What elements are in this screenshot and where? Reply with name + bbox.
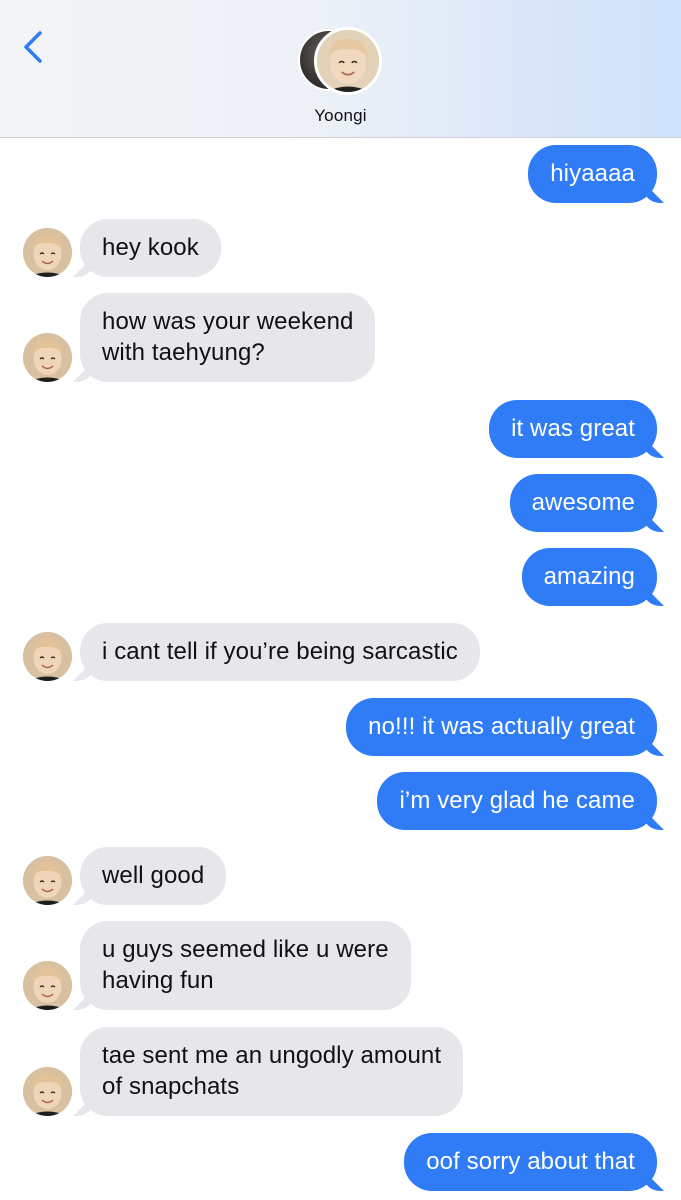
message-text: hey kook	[102, 234, 199, 261]
message-text: well good	[102, 862, 205, 889]
outgoing-message-bubble[interactable]: amazing	[521, 548, 657, 606]
outgoing-message-bubble[interactable]: hiyaaaa	[528, 145, 657, 203]
message-text: amazing	[543, 563, 635, 590]
contact-avatar	[314, 27, 382, 95]
message-text: how was your weekend	[102, 308, 354, 335]
incoming-message-bubble[interactable]: u guys seemed like u were having fun	[80, 921, 411, 1010]
message-text: no!!! it was actually great	[368, 713, 635, 740]
sender-avatar[interactable]	[23, 1067, 72, 1116]
message-text: it was great	[511, 415, 635, 442]
message-text: awesome	[531, 489, 635, 516]
message-text: hiyaaaa	[550, 160, 635, 187]
sender-avatar[interactable]	[23, 228, 72, 277]
message-text: of snapchats	[102, 1073, 240, 1100]
back-button[interactable]	[18, 28, 50, 68]
sender-avatar[interactable]	[23, 856, 72, 905]
incoming-message-bubble[interactable]: hey kook	[80, 219, 221, 277]
message-text: having fun	[102, 967, 214, 994]
contact-avatar-group[interactable]	[298, 27, 384, 95]
incoming-message-bubble[interactable]: how was your weekend with taehyung?	[80, 293, 376, 382]
sender-avatar[interactable]	[23, 961, 72, 1010]
message-text: i’m very glad he came	[399, 787, 635, 814]
outgoing-message-bubble[interactable]: no!!! it was actually great	[346, 698, 657, 756]
outgoing-message-bubble[interactable]: i’m very glad he came	[377, 772, 657, 830]
contact-name[interactable]: Yoongi	[0, 106, 681, 126]
sender-avatar[interactable]	[23, 333, 72, 382]
incoming-message-bubble[interactable]: well good	[80, 847, 227, 905]
conversation-header: Yoongi	[0, 0, 681, 138]
message-text: u guys seemed like u were	[102, 936, 389, 963]
outgoing-message-bubble[interactable]: oof sorry about that	[404, 1133, 657, 1191]
sender-avatar[interactable]	[23, 632, 72, 681]
message-text: tae sent me an ungodly amount	[102, 1042, 442, 1069]
message-text: i cant tell if you’re being sarcastic	[102, 638, 458, 665]
incoming-message-bubble[interactable]: i cant tell if you’re being sarcastic	[80, 623, 480, 681]
incoming-message-bubble[interactable]: tae sent me an ungodly amount of snapchat…	[80, 1027, 464, 1116]
chevron-left-icon	[24, 31, 42, 63]
outgoing-message-bubble[interactable]: it was great	[489, 400, 657, 458]
message-text: oof sorry about that	[426, 1148, 635, 1175]
message-text: with taehyung?	[102, 339, 265, 366]
outgoing-message-bubble[interactable]: awesome	[509, 474, 657, 532]
